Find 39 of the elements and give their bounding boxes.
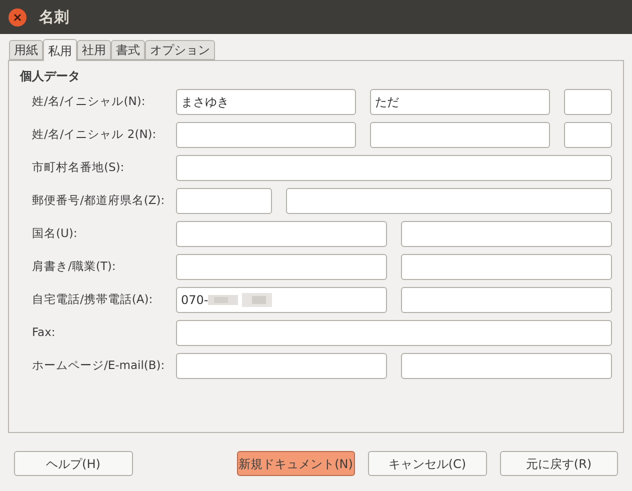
field-label: 肩書き/職業(T): <box>32 258 117 276</box>
field-label: 自宅電話/携帯電話(A): <box>32 291 154 308</box>
field-label: 姓/名/イニシャル 2(N): <box>32 126 158 144</box>
tab[interactable]: 書式 <box>111 40 145 60</box>
input-field[interactable] <box>564 89 612 115</box>
input-field[interactable]: ただ <box>370 89 550 115</box>
window-title: 名刺 <box>39 6 69 28</box>
tab[interactable]: 私用 <box>43 39 77 61</box>
input-field[interactable] <box>286 188 612 214</box>
field-label: 郵便番号/都道府県名(Z): <box>32 192 166 210</box>
input-field[interactable] <box>176 353 387 379</box>
input-field[interactable] <box>176 188 272 214</box>
input-field[interactable] <box>176 155 612 181</box>
field-label: 姓/名/イニシャル(N): <box>32 93 146 110</box>
dialog-button[interactable]: ヘルプ(H) <box>14 451 132 476</box>
field-label: Fax: <box>32 324 56 342</box>
dialog-button[interactable]: 新規ドキュメント(N) <box>236 451 355 476</box>
input-field[interactable] <box>401 254 612 280</box>
section-title: 個人データ <box>20 68 81 85</box>
input-field[interactable] <box>176 254 387 280</box>
tab[interactable]: 社用 <box>77 40 111 60</box>
dialog-button[interactable]: キャンセル(C) <box>368 451 486 476</box>
input-field[interactable] <box>176 221 387 247</box>
input-field[interactable] <box>401 221 612 247</box>
input-field[interactable]: まさゆき <box>176 89 356 115</box>
tab[interactable]: 用紙 <box>9 40 43 60</box>
input-field[interactable] <box>370 122 550 148</box>
field-label: ホームページ/E-mail(B): <box>32 357 166 374</box>
input-field[interactable]: 070- <box>176 287 387 313</box>
field-label: 国名(U): <box>32 225 78 242</box>
input-field[interactable] <box>176 320 612 346</box>
input-field[interactable] <box>564 122 612 148</box>
input-field[interactable] <box>401 353 612 379</box>
field-label: 市町村名番地(S): <box>32 159 126 176</box>
tab[interactable]: オプション <box>145 40 215 60</box>
dialog-button[interactable]: 元に戻す(R) <box>500 451 618 476</box>
close-icon[interactable] <box>8 8 27 26</box>
input-field[interactable] <box>401 287 612 313</box>
input-field[interactable] <box>176 122 356 148</box>
